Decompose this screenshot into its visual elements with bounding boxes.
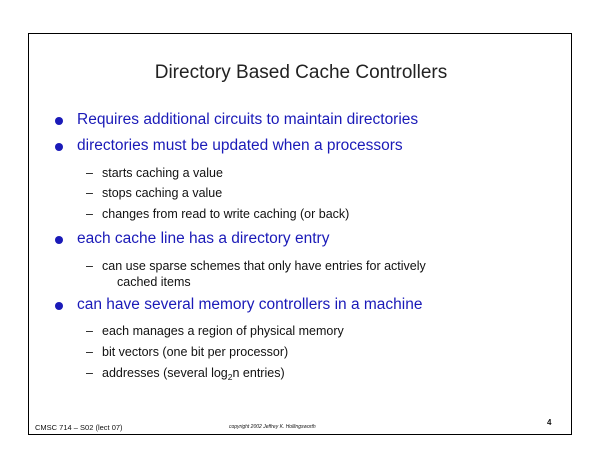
sub-bullet-4: – can use sparse schemes that only have … (86, 258, 426, 290)
bullet-2: directories must be updated when a proce… (55, 137, 403, 155)
dash-icon: – (86, 366, 93, 380)
sub-bullet-3: – changes from read to write caching (or… (86, 206, 350, 222)
bullet-dot-icon (55, 236, 63, 244)
dash-icon: – (86, 186, 93, 200)
bullet-3: each cache line has a directory entry (55, 230, 330, 248)
page-number: 4 (547, 418, 552, 427)
sub-bullet-5-text: each manages a region of physical memory (102, 324, 344, 338)
sub-bullet-5: – each manages a region of physical memo… (86, 323, 344, 339)
dash-icon: – (86, 207, 93, 221)
bullet-dot-icon (55, 117, 63, 125)
sub-bullet-7: – addresses (several log2n entries) (86, 365, 285, 381)
sub-bullet-2-text: stops caching a value (102, 186, 223, 200)
footer-copyright: copyright 2002 Jeffrey K. Hollingsworth (229, 424, 316, 430)
dash-icon: – (86, 166, 93, 180)
sub-bullet-3-text: changes from read to write caching (or b… (102, 207, 350, 221)
sub-bullet-2: – stops caching a value (86, 185, 223, 201)
slide-frame: Directory Based Cache Controllers Requir… (28, 33, 572, 435)
sub-bullet-1: – starts caching a value (86, 165, 223, 181)
bullet-dot-icon (55, 143, 63, 151)
bullet-4-text: can have several memory controllers in a… (77, 296, 423, 313)
sub-bullet-6-text: bit vectors (one bit per processor) (102, 345, 289, 359)
dash-icon: – (86, 345, 93, 359)
sub-bullet-4-line2: cached items (117, 275, 191, 289)
bullet-1-text: Requires additional circuits to maintain… (77, 111, 419, 128)
bullet-dot-icon (55, 302, 63, 310)
bullet-4: can have several memory controllers in a… (55, 296, 423, 314)
sub-bullet-1-text: starts caching a value (102, 166, 223, 180)
dash-icon: – (86, 324, 93, 338)
sub-bullet-7-text: addresses (several log2n entries) (102, 365, 285, 381)
slide-title: Directory Based Cache Controllers (154, 62, 448, 83)
addresses-after: n entries) (232, 366, 285, 380)
dash-icon: – (86, 259, 93, 273)
bullet-3-text: each cache line has a directory entry (77, 230, 330, 247)
bullet-2-text: directories must be updated when a proce… (77, 137, 403, 154)
addresses-before: addresses (several log (102, 366, 228, 380)
bullet-1: Requires additional circuits to maintain… (55, 111, 419, 129)
footer-course: CMSC 714 – S02 (lect 07) (35, 423, 123, 432)
sub-bullet-4-line1: can use sparse schemes that only have en… (102, 259, 426, 273)
sub-bullet-6: – bit vectors (one bit per processor) (86, 344, 289, 360)
